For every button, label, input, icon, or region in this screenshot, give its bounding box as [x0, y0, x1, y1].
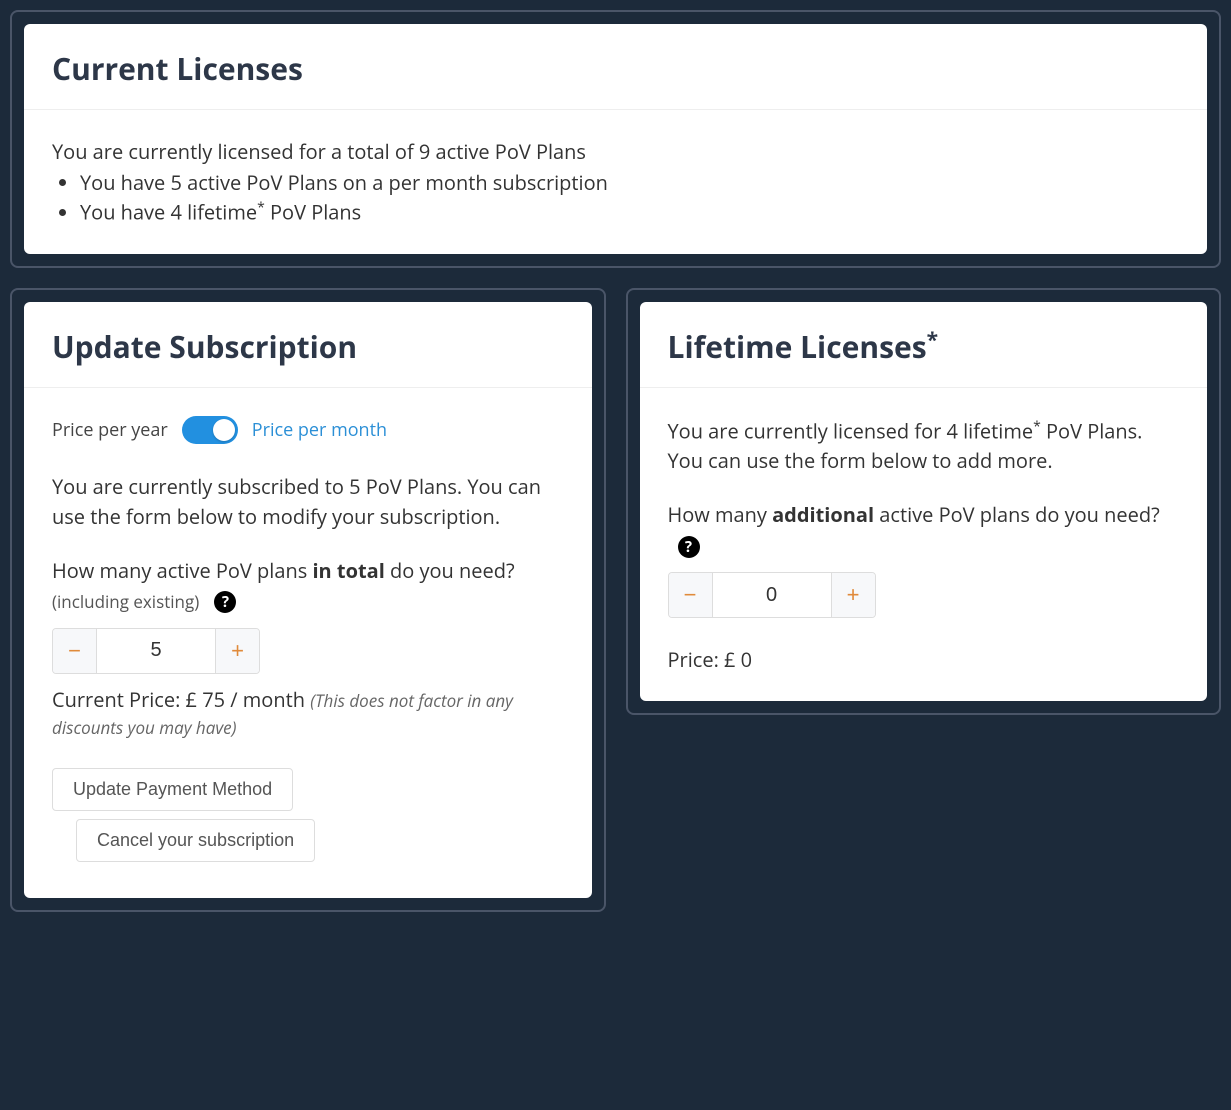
price-period-toggle-row: Price per year Price per month	[52, 416, 564, 444]
asterisk: *	[1033, 417, 1041, 436]
card-body: You are currently licensed for a total o…	[24, 110, 1207, 254]
toggle-label-year[interactable]: Price per year	[52, 418, 168, 442]
lifetime-licenses-card: Lifetime Licenses* You are currently lic…	[640, 302, 1208, 702]
card-body: Price per year Price per month You are c…	[24, 388, 592, 898]
license-summary: You are currently licensed for a total o…	[52, 138, 1179, 165]
asterisk: *	[927, 326, 938, 354]
license-list: You have 5 active PoV Plans on a per mon…	[80, 169, 1179, 226]
current-licenses-card: Current Licenses You are currently licen…	[24, 24, 1207, 254]
additional-question: How many additional active PoV plans do …	[668, 500, 1180, 560]
lifetime-body: You are currently licensed for 4 lifetim…	[668, 416, 1180, 477]
lifetime-licenses-title: Lifetime Licenses*	[668, 326, 1180, 367]
additional-input[interactable]	[713, 573, 831, 617]
help-icon[interactable]: ?	[678, 536, 700, 558]
card-header: Current Licenses	[24, 24, 1207, 110]
current-price: Current Price: £ 75 / month (This does n…	[52, 686, 564, 740]
list-item: You have 4 lifetime* PoV Plans	[80, 198, 1179, 226]
list-item: You have 5 active PoV Plans on a per mon…	[80, 169, 1179, 196]
lifetime-price: Price: £ 0	[668, 646, 1180, 673]
price-period-toggle[interactable]	[182, 416, 238, 444]
current-licenses-panel: Current Licenses You are currently licen…	[10, 10, 1221, 268]
update-subscription-title: Update Subscription	[52, 326, 564, 367]
update-subscription-card: Update Subscription Price per year Price…	[24, 302, 592, 898]
lifetime-licenses-panel: Lifetime Licenses* You are currently lic…	[626, 288, 1222, 716]
asterisk: *	[257, 198, 265, 217]
quantity-stepper: − +	[52, 628, 260, 674]
card-body: You are currently licensed for 4 lifetim…	[640, 388, 1208, 702]
decrement-button[interactable]: −	[669, 573, 713, 617]
increment-button[interactable]: +	[831, 573, 875, 617]
subscription-body: You are currently subscribed to 5 PoV Pl…	[52, 472, 564, 532]
decrement-button[interactable]: −	[53, 629, 97, 673]
additional-stepper: − +	[668, 572, 876, 618]
current-licenses-title: Current Licenses	[52, 48, 1179, 89]
update-subscription-panel: Update Subscription Price per year Price…	[10, 288, 606, 912]
card-header: Update Subscription	[24, 302, 592, 388]
quantity-question: How many active PoV plans in total do yo…	[52, 556, 564, 616]
cancel-subscription-button[interactable]: Cancel your subscription	[76, 819, 315, 862]
increment-button[interactable]: +	[215, 629, 259, 673]
update-payment-button[interactable]: Update Payment Method	[52, 768, 293, 811]
toggle-knob	[213, 419, 235, 441]
card-header: Lifetime Licenses*	[640, 302, 1208, 388]
toggle-label-month[interactable]: Price per month	[252, 418, 387, 442]
action-buttons: Update Payment Method Cancel your subscr…	[52, 768, 564, 870]
quantity-input[interactable]	[97, 629, 215, 673]
help-icon[interactable]: ?	[214, 591, 236, 613]
